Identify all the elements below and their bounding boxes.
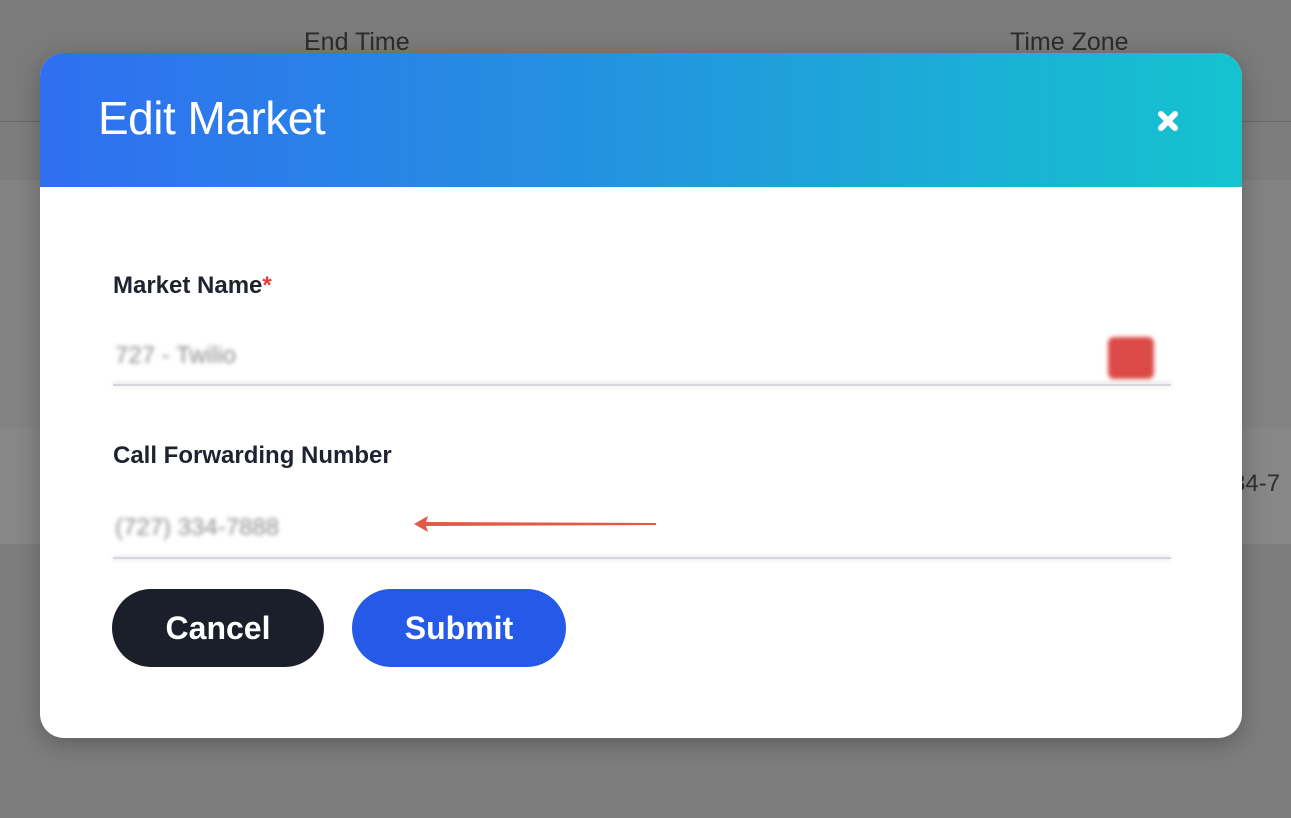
cancel-button[interactable]: Cancel [112, 589, 324, 667]
blurred-status-badge [1108, 337, 1154, 379]
market-name-label-text: Market Name [113, 272, 263, 299]
market-name-underline [113, 384, 1171, 386]
dialog-title: Edit Market [98, 92, 326, 144]
submit-button[interactable]: Submit [352, 589, 566, 667]
market-name-label: Market Name* [113, 272, 272, 300]
dialog-header: Edit Market [40, 53, 1242, 187]
call-forwarding-label: Call Forwarding Number [113, 442, 392, 469]
close-button[interactable] [1152, 105, 1184, 137]
close-x-icon [1158, 111, 1178, 131]
annotation-arrow-icon [414, 516, 656, 532]
call-forwarding-underline [113, 557, 1171, 559]
edit-market-dialog: Edit Market Market Name* Call Forwarding… [40, 53, 1242, 738]
market-name-input[interactable] [113, 335, 1171, 385]
required-asterisk: * [262, 272, 272, 299]
